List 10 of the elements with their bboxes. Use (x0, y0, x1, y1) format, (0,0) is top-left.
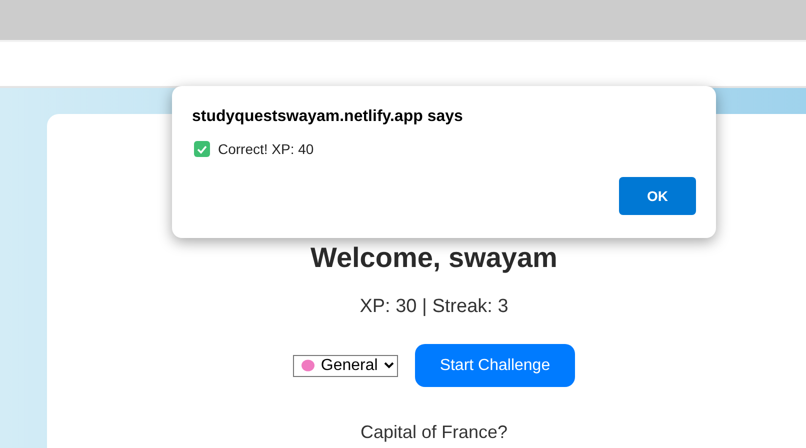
check-icon (194, 141, 210, 157)
welcome-heading: Welcome, swayam (310, 242, 558, 274)
start-challenge-button[interactable]: Start Challenge (414, 344, 576, 387)
stats-text: XP: 30 | Streak: 3 (360, 296, 508, 318)
question-text: Capital of France? (360, 423, 508, 443)
caret-icon (384, 362, 394, 369)
category-select[interactable]: General (292, 354, 398, 376)
ok-button[interactable]: OK (619, 177, 696, 215)
dialog-message: Correct! XP: 40 (218, 141, 314, 157)
dialog-title: studyquestswayam.netlify.app says (192, 108, 464, 126)
